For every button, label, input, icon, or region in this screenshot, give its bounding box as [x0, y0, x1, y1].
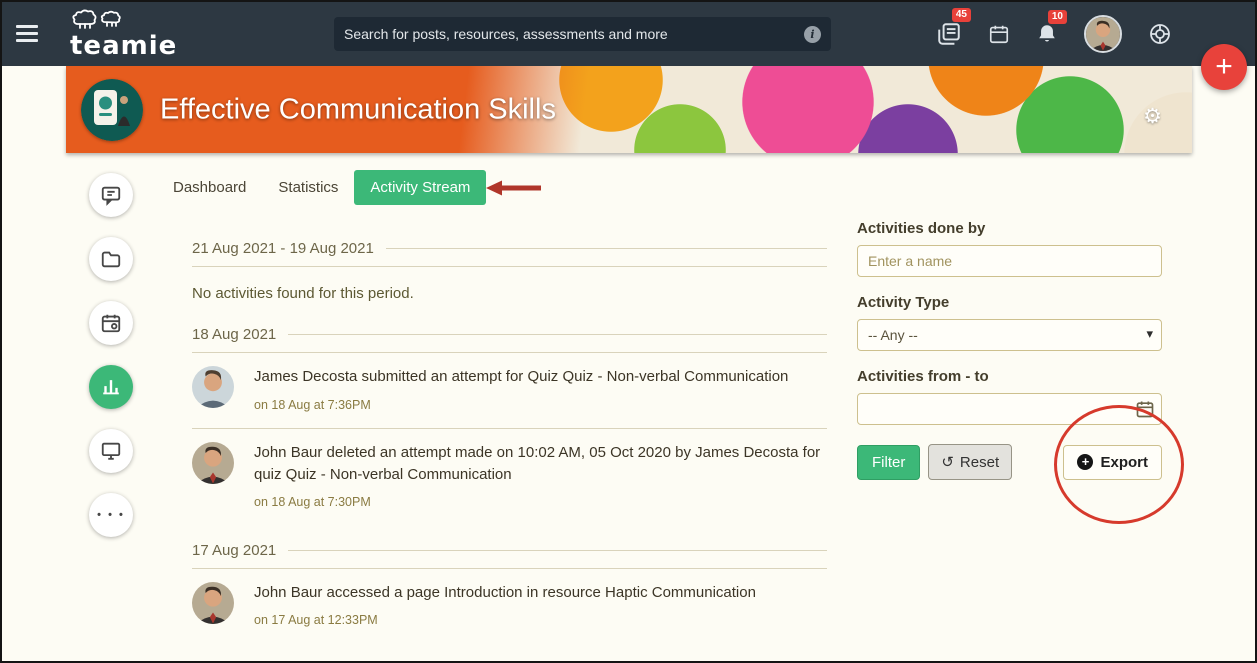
reset-label: Reset — [959, 453, 1000, 471]
activity-body: John Baur deleted an attempt made on 10:… — [254, 442, 827, 512]
export-button[interactable]: + Export — [1063, 444, 1162, 480]
divider — [288, 334, 827, 335]
user-avatar-image — [192, 366, 234, 408]
schedule-icon — [101, 314, 121, 333]
folder-icon — [101, 251, 121, 268]
activity-type-select[interactable]: -- Any -- — [857, 319, 1162, 351]
calendar-icon-button[interactable] — [988, 23, 1010, 45]
user-avatar[interactable] — [192, 366, 234, 408]
posts-icon-button[interactable]: 45 — [936, 8, 971, 47]
course-avatar[interactable] — [81, 79, 143, 141]
rail-more-button[interactable]: • • • — [89, 493, 133, 537]
course-banner: Effective Communication Skills ⚙ — [66, 66, 1192, 153]
filter-activity-type: Activity Type -- Any -- ▾ — [857, 294, 1162, 351]
activity-text: John Baur deleted an attempt made on 10:… — [254, 443, 821, 483]
date-range-wrap — [857, 393, 1162, 425]
activity-body: John Baur accessed a page Introduction i… — [254, 582, 756, 630]
done-by-input[interactable] — [857, 245, 1162, 277]
monitor-icon — [101, 442, 121, 460]
ellipsis-icon: • • • — [97, 509, 125, 521]
stream-date-header: 18 Aug 2021 — [192, 326, 827, 343]
menu-icon[interactable] — [16, 25, 38, 46]
notifications-badge: 10 — [1047, 10, 1067, 24]
notifications-icon-button[interactable]: 10 — [1036, 10, 1067, 45]
search-bar: i — [334, 17, 831, 51]
discussion-icon — [101, 186, 121, 206]
stream-group: 21 Aug 2021 - 19 Aug 2021 No activities … — [192, 240, 827, 302]
stream-date-header: 17 Aug 2021 — [192, 542, 827, 559]
filter-done-by: Activities done by — [857, 220, 1162, 277]
stream-group: 17 Aug 2021 John Baur accessed a page In… — [192, 542, 827, 644]
course-tabs: Dashboard Statistics Activity Stream — [157, 170, 487, 205]
filter-button[interactable]: Filter — [857, 444, 921, 480]
user-avatar[interactable] — [192, 441, 234, 484]
filter-date-range: Activities from - to — [857, 368, 1162, 425]
page: teamie i 45 — [0, 0, 1257, 663]
activity-time: on 18 Aug at 7:30PM — [254, 495, 371, 510]
done-by-label: Activities done by — [857, 220, 986, 237]
date-range-label: Activities from - to — [857, 368, 989, 385]
plus-icon: + — [1077, 454, 1094, 470]
divider — [385, 248, 827, 249]
posts-icon — [938, 23, 960, 45]
user-avatar-image — [1086, 17, 1120, 51]
stream-date: 18 Aug 2021 — [192, 326, 277, 343]
activity-item: John Baur deleted an attempt made on 10:… — [192, 429, 827, 526]
annotation-arrow — [486, 180, 541, 196]
datepicker-icon[interactable] — [1135, 399, 1155, 424]
add-button[interactable]: + — [1201, 44, 1247, 90]
user-avatar[interactable] — [192, 581, 234, 624]
topbar: teamie i 45 — [2, 2, 1255, 66]
activity-type-select-wrap: -- Any -- ▾ — [857, 319, 1162, 351]
posts-badge: 45 — [951, 8, 971, 22]
activity-text: James Decosta submitted an attempt for Q… — [254, 368, 789, 385]
course-avatar-image — [81, 79, 143, 141]
rail-screen-button[interactable] — [89, 429, 133, 473]
activity-text: John Baur accessed a page Introduction i… — [254, 583, 756, 601]
activity-time: on 18 Aug at 7:36PM — [254, 397, 371, 412]
rail-statistics-button[interactable] — [89, 365, 133, 409]
user-avatar-image — [192, 581, 234, 624]
sheep-icon — [72, 9, 121, 29]
user-avatar-image — [192, 441, 234, 484]
topbar-actions: 45 10 — [936, 2, 1172, 66]
reset-icon: ↺ — [941, 454, 954, 471]
calendar-icon — [989, 25, 1009, 44]
rail-calendar-button[interactable] — [89, 301, 133, 345]
filters-panel: Activities done by Activity Type -- Any … — [857, 220, 1162, 480]
activity-type-label: Activity Type — [857, 294, 950, 311]
globe-icon — [1150, 24, 1170, 44]
divider — [288, 549, 827, 551]
stream-group: 18 Aug 2021 James Decosta submitted an a… — [192, 326, 827, 526]
reset-button[interactable]: ↺ Reset — [928, 444, 1013, 480]
user-avatar[interactable] — [1084, 15, 1122, 53]
divider — [192, 266, 827, 267]
bell-icon — [1039, 25, 1055, 42]
help-icon-button[interactable] — [1148, 22, 1172, 46]
stream-date-header: 21 Aug 2021 - 19 Aug 2021 — [192, 240, 827, 257]
no-activities-message: No activities found for this period. — [192, 285, 414, 302]
activity-item: James Decosta submitted an attempt for Q… — [192, 353, 827, 428]
course-title: Effective Communication Skills — [160, 93, 556, 125]
logo-text: teamie — [70, 31, 178, 61]
tab-activity-stream[interactable]: Activity Stream — [354, 170, 487, 205]
activity-body: James Decosta submitted an attempt for Q… — [254, 366, 788, 414]
search-input[interactable] — [344, 26, 804, 42]
stream-date: 21 Aug 2021 - 19 Aug 2021 — [192, 240, 374, 257]
date-range-input[interactable] — [857, 393, 1162, 425]
tab-statistics[interactable]: Statistics — [262, 170, 354, 205]
activity-stream: 21 Aug 2021 - 19 Aug 2021 No activities … — [192, 224, 827, 643]
stream-date: 17 Aug 2021 — [192, 541, 277, 559]
activity-time: on 17 Aug at 12:33PM — [254, 613, 378, 628]
tab-dashboard[interactable]: Dashboard — [157, 170, 262, 205]
activity-item: John Baur accessed a page Introduction i… — [192, 569, 827, 644]
rail-discussions-button[interactable] — [89, 173, 133, 217]
filter-actions: Filter ↺ Reset + Export — [857, 444, 1162, 480]
gear-icon[interactable]: ⚙ — [1143, 104, 1162, 129]
export-label: Export — [1100, 453, 1148, 471]
info-icon[interactable]: i — [804, 25, 821, 43]
teamie-logo[interactable]: teamie — [70, 8, 177, 61]
rail-materials-button[interactable] — [89, 237, 133, 281]
bar-chart-icon — [103, 380, 119, 395]
